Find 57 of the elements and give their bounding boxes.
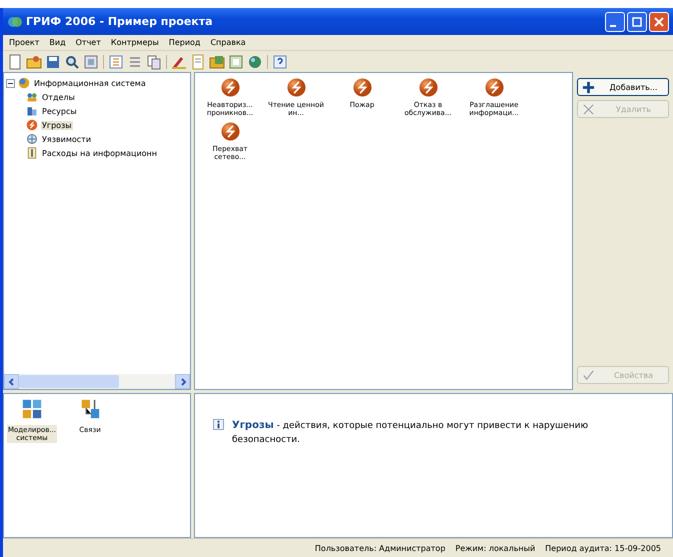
close-icon	[652, 14, 666, 28]
scroll-right-button[interactable]	[175, 374, 190, 389]
plus-icon	[582, 80, 595, 94]
people-icon	[26, 91, 38, 103]
menu-item[interactable]: Контрмеры	[106, 38, 163, 47]
close-button[interactable]	[649, 12, 669, 32]
status-text: Пользователь: Администратор	[314, 544, 446, 552]
search-icon	[64, 54, 80, 70]
menu-item[interactable]: Отчет	[72, 38, 105, 47]
threat-icon	[484, 78, 504, 97]
toolbar-button[interactable]	[271, 52, 289, 70]
globe-icon	[18, 77, 30, 89]
open-folder-icon	[26, 54, 42, 70]
target-icon	[26, 133, 38, 145]
save-icon	[45, 54, 61, 70]
cross-icon	[582, 102, 595, 116]
threat-icon	[220, 78, 240, 97]
folder-icon	[209, 54, 225, 70]
menu-item[interactable]: Период	[164, 38, 204, 47]
description-text: Угрозы - действия, которые потенциально могут привести к нарушению безопасности.	[232, 419, 590, 446]
status-text: Период аудита: 15-09-2005	[545, 544, 661, 552]
checkmark-icon	[582, 368, 595, 382]
menu-item[interactable]: Вид	[45, 38, 70, 47]
chevron-left-icon	[6, 376, 16, 386]
threat-icon	[352, 78, 372, 97]
scroll-thumb[interactable]	[19, 375, 119, 388]
document-icon	[190, 54, 206, 70]
threat-icon	[286, 78, 306, 97]
add-button[interactable]: Добавить...	[577, 78, 669, 96]
toolbar-button[interactable]	[145, 52, 163, 70]
help-icon	[272, 54, 288, 70]
window-title: ГРИФ 2006 - Пример проекта	[26, 15, 214, 28]
maximize-button[interactable]	[627, 12, 647, 32]
copy-icon	[146, 54, 162, 70]
tree-item[interactable]: Информационная система	[33, 78, 147, 88]
blocks-icon	[21, 398, 43, 420]
collapse-toggle[interactable]	[6, 78, 15, 88]
tree-item[interactable]: Расходы на информационн	[41, 148, 158, 158]
menu-item[interactable]: Проект	[5, 38, 44, 47]
threat-icon	[418, 78, 438, 97]
info-icon	[213, 419, 224, 430]
scroll-left-button[interactable]	[4, 374, 19, 389]
link-diagram-icon	[79, 398, 101, 420]
minimize-button[interactable]	[605, 12, 625, 32]
tree-item[interactable]: Угрозы	[41, 120, 73, 130]
tree-item[interactable]: Отделы	[41, 92, 76, 102]
maximize-icon	[630, 14, 644, 28]
horizontal-scrollbar[interactable]	[4, 374, 190, 389]
threat-icon	[220, 122, 240, 141]
new-document-icon	[7, 54, 23, 70]
minimize-icon	[610, 24, 616, 26]
threat-icon	[26, 119, 38, 131]
tree-item[interactable]: Уязвимости	[41, 134, 92, 144]
globe-icon	[247, 54, 263, 70]
status-text: Режим: локальный	[455, 544, 536, 552]
menu-item[interactable]: Справка	[206, 38, 250, 47]
tree-item[interactable]: Ресурсы	[41, 106, 78, 116]
